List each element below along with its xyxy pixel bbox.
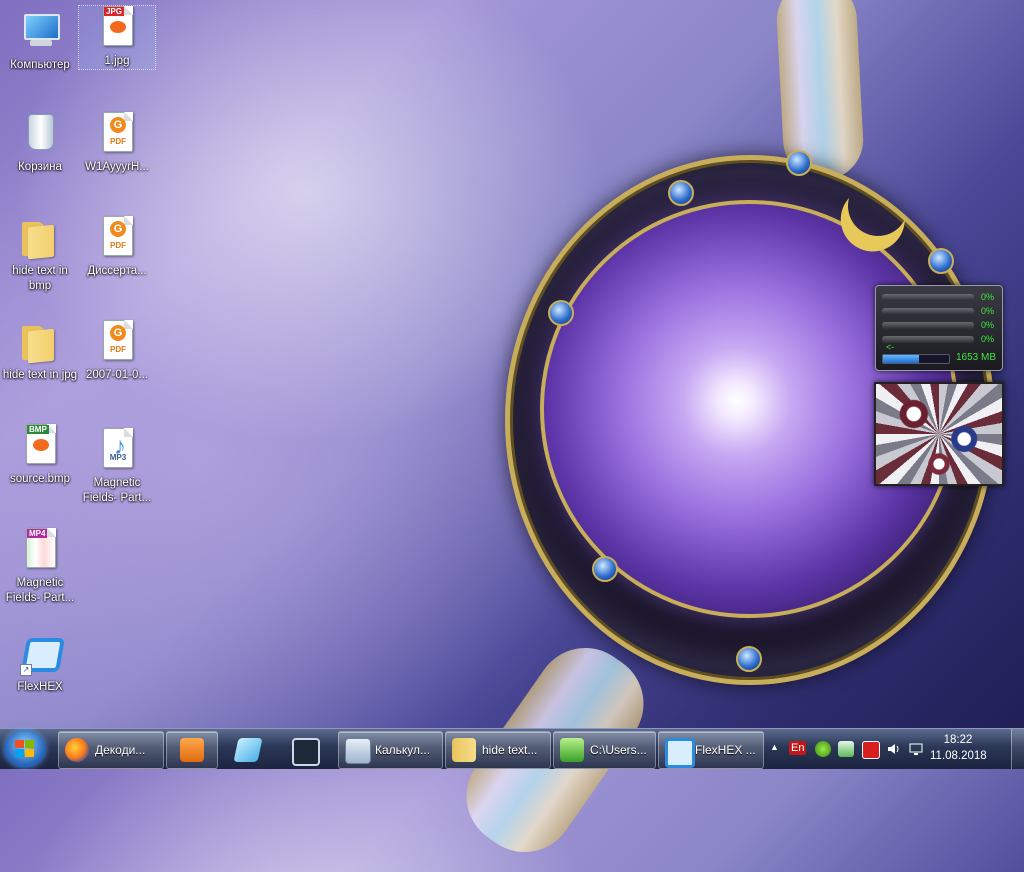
firefox-icon xyxy=(65,738,89,762)
desktop-icon-pdf-w1[interactable]: G PDF W1AyyyrH... xyxy=(79,112,155,175)
taskbar-button-label: hide text... xyxy=(482,743,538,757)
windows-logo-icon xyxy=(15,740,35,758)
wallpaper-gem xyxy=(548,300,574,326)
desktop-icon-label: Компьютер xyxy=(10,59,70,71)
cpu-core-value: 0% xyxy=(980,306,994,316)
taskbar: Декоди... Калькул... hide text... C:\Use… xyxy=(0,728,1024,769)
desktop-icon-label: Корзина xyxy=(18,161,62,173)
system-clock[interactable]: 18:22 11.08.2018 xyxy=(930,732,987,764)
desktop-icon-label: hide text in bmp xyxy=(12,265,68,292)
desktop-icon-mp3[interactable]: ♪ MP3 Magnetic Fields- Part... xyxy=(79,428,155,506)
network-status-icon[interactable] xyxy=(815,741,831,757)
desktop-icon-mp4[interactable]: MP4 Magnetic Fields- Part... xyxy=(2,528,78,606)
cpu-meter-gadget[interactable]: 0% 0% 0% 0% <- 1653 MB xyxy=(875,285,1003,371)
pdf-file-icon: G PDF xyxy=(97,320,137,364)
shortcut-arrow-icon: ↗ xyxy=(20,664,32,676)
clock-date: 11.08.2018 xyxy=(930,750,987,762)
cpu-core-row: 0% xyxy=(882,320,994,331)
desktop-icon-computer[interactable]: Компьютер xyxy=(2,10,78,73)
folder-icon xyxy=(452,738,476,762)
taskbar-button-label: Калькул... xyxy=(375,743,431,757)
mp3-file-icon: ♪ MP3 xyxy=(97,428,137,472)
desktop-icon-label: Magnetic Fields- Part... xyxy=(82,477,152,504)
desktop-icon-label: source.bmp xyxy=(9,473,71,485)
paint-icon xyxy=(233,738,263,762)
computer-icon xyxy=(20,10,60,54)
cpu-meter-arrow[interactable]: <- xyxy=(886,342,894,352)
taskbar-button-label: Декоди... xyxy=(95,743,146,757)
flexhex-shortcut-icon: ↗ xyxy=(20,632,65,676)
slideshow-gadget[interactable] xyxy=(874,382,1004,486)
wallpaper-gem xyxy=(786,150,812,176)
desktop-icon-label: Диссерта... xyxy=(87,265,147,277)
desktop-icon-flexhex[interactable]: ↗ FlexHEX xyxy=(2,632,78,695)
pdf-file-icon: G PDF xyxy=(97,112,137,156)
taskbar-button-label: FlexHEX ... xyxy=(695,743,756,757)
taskbar-button-notepad-plus[interactable]: C:\Users... xyxy=(553,731,656,769)
bmp-file-icon: BMP xyxy=(20,424,60,468)
desktop-icon-label: 1.jpg xyxy=(104,55,130,67)
taskbar-button-virtual-desktop[interactable] xyxy=(278,731,332,769)
volume-icon[interactable] xyxy=(886,741,902,757)
folder-icon xyxy=(20,216,60,260)
desktop-icon-source-bmp[interactable]: BMP source.bmp xyxy=(2,424,78,487)
file-type-badge: BMP xyxy=(27,425,49,434)
taskbar-button-media-player[interactable] xyxy=(166,731,218,769)
folder-icon xyxy=(20,320,60,364)
memory-usage-bar xyxy=(882,354,950,364)
file-type-badge: MP4 xyxy=(27,529,48,538)
cpu-core-value: 0% xyxy=(980,334,994,344)
wallpaper-gem xyxy=(736,646,762,672)
file-type-badge: PDF xyxy=(110,241,126,250)
antivirus-icon[interactable] xyxy=(862,741,880,759)
desktop-icon-pdf-dissertation[interactable]: G PDF Диссерта... xyxy=(79,216,155,279)
desktop-icon-label: W1AyyyrH... xyxy=(85,161,149,173)
cpu-core-row: 0% xyxy=(882,306,994,317)
desktop-icon-label: hide text in jpg xyxy=(2,369,78,381)
calculator-icon xyxy=(345,738,371,764)
virtual-desktop-icon xyxy=(292,738,320,766)
memory-usage-value: 1653 MB xyxy=(955,352,996,363)
file-type-badge: MP3 xyxy=(109,453,127,462)
desktop-icon-1jpg[interactable]: JPG 1.jpg xyxy=(78,5,156,70)
cpu-core-row: 0% xyxy=(882,292,994,303)
mp4-file-icon: MP4 xyxy=(20,528,60,572)
wallpaper-gem xyxy=(668,180,694,206)
show-desktop-button[interactable] xyxy=(1011,729,1024,769)
taskbar-button-explorer[interactable]: hide text... xyxy=(445,731,551,769)
flexhex-icon xyxy=(665,738,695,768)
desktop-icon-label: 2007-01-0... xyxy=(85,369,148,381)
jpg-file-icon: JPG xyxy=(97,6,137,50)
pdf-file-icon: G PDF xyxy=(97,216,137,260)
taskbar-button-paint[interactable] xyxy=(222,731,274,769)
desktop-icon-pdf-2007[interactable]: G PDF 2007-01-0... xyxy=(79,320,155,383)
desktop-icon-label: FlexHEX xyxy=(17,681,63,693)
taskbar-button-calculator[interactable]: Калькул... xyxy=(338,731,443,769)
desktop-icon-recycle-bin[interactable]: Корзина xyxy=(2,112,78,175)
clock-time: 18:22 xyxy=(943,734,973,746)
desktop-icon-folder-jpg[interactable]: hide text in jpg xyxy=(2,320,78,383)
file-type-badge: PDF xyxy=(110,345,126,354)
start-button[interactable] xyxy=(4,730,46,768)
wallpaper-gem xyxy=(592,556,618,582)
media-player-icon xyxy=(180,738,204,762)
display-icon[interactable] xyxy=(908,741,924,757)
language-indicator[interactable]: En xyxy=(789,741,807,755)
taskbar-button-firefox[interactable]: Декоди... xyxy=(58,731,164,769)
cpu-core-value: 0% xyxy=(980,292,994,302)
tray-overflow-chevron-icon[interactable]: ▲ xyxy=(770,742,779,752)
file-type-badge: JPG xyxy=(104,7,125,16)
recycle-bin-icon xyxy=(20,112,60,156)
shield-icon[interactable] xyxy=(838,741,854,757)
desktop-icon-folder-bmp[interactable]: hide text in bmp xyxy=(2,216,78,294)
desktop-icon-label: Magnetic Fields- Part... xyxy=(5,577,75,604)
wallpaper-gem xyxy=(928,248,954,274)
file-type-badge: PDF xyxy=(110,137,126,146)
cpu-core-value: 0% xyxy=(980,320,994,330)
notepad-plus-icon xyxy=(560,738,584,762)
taskbar-button-flexhex[interactable]: FlexHEX ... xyxy=(658,731,764,769)
cpu-core-row: 0% xyxy=(882,334,994,345)
taskbar-button-label: C:\Users... xyxy=(590,743,647,757)
